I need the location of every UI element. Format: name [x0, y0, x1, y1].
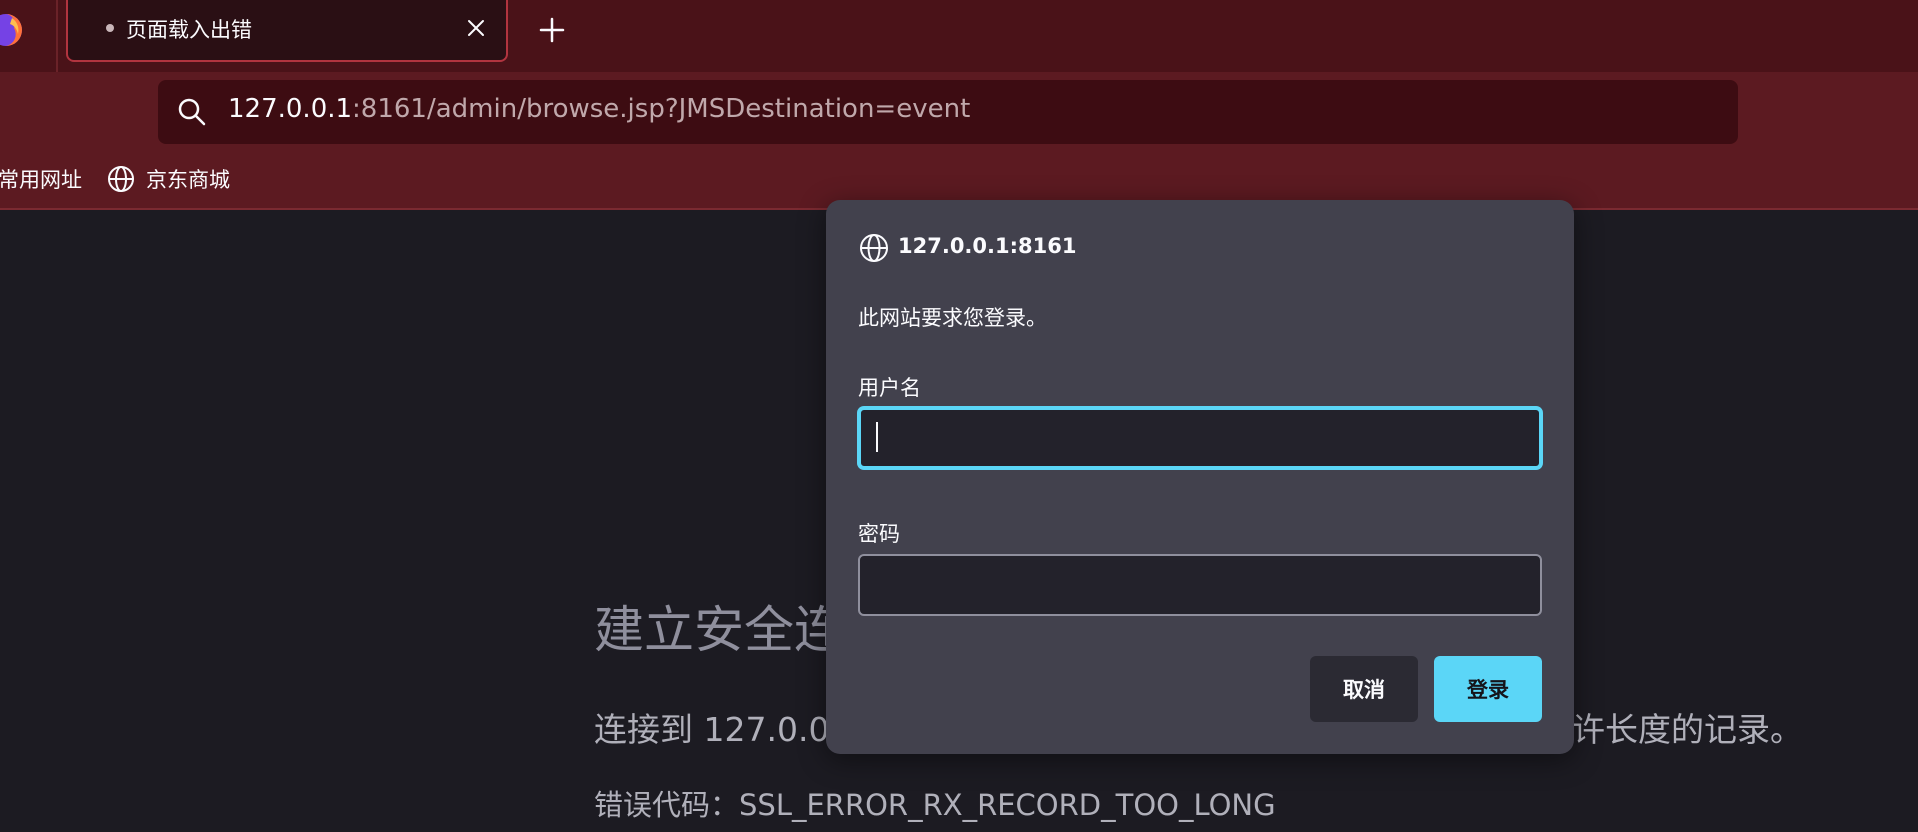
error-code: 错误代码：SSL_ERROR_RX_RECORD_TOO_LONG — [594, 788, 1276, 822]
tab-attention-dot — [106, 24, 114, 32]
bookmark-item-jd[interactable]: 京东商城 — [146, 164, 230, 194]
close-icon[interactable] — [462, 14, 490, 42]
login-button[interactable]: 登录 — [1434, 656, 1542, 722]
dialog-message: 此网站要求您登录。 — [858, 306, 1047, 330]
dialog-host: 127.0.0.1:8161 — [898, 234, 1077, 258]
tab-separator — [56, 0, 58, 72]
error-title: 建立安全连 — [594, 601, 844, 659]
cancel-button[interactable]: 取消 — [1310, 656, 1418, 722]
auth-dialog: 127.0.0.1:8161 此网站要求您登录。 用户名 密码 取消 登录 — [826, 200, 1574, 754]
url-text[interactable]: 127.0.0.1:8161/admin/browse.jsp?JMSDesti… — [228, 94, 970, 124]
url-host: 127.0.0.1 — [228, 94, 353, 124]
tab-title: 页面载入出错 — [126, 18, 252, 42]
url-path: :8161/admin/browse.jsp?JMSDestination=ev… — [352, 94, 971, 124]
username-label: 用户名 — [858, 376, 921, 400]
bookmark-item-common-sites[interactable]: 常用网址 — [0, 164, 82, 194]
url-bar[interactable]: 127.0.0.1:8161/admin/browse.jsp?JMSDesti… — [158, 80, 1738, 144]
tab-active[interactable]: 页面载入出错 — [66, 0, 508, 62]
search-icon — [178, 98, 206, 126]
tab-strip: 页面载入出错 — [0, 0, 1918, 72]
globe-icon — [108, 166, 134, 192]
password-input[interactable] — [858, 554, 1542, 616]
globe-icon — [860, 234, 888, 262]
text-caret — [876, 422, 878, 452]
firefox-logo-icon[interactable] — [0, 10, 26, 50]
error-description: 连接到 127.0.0. — [594, 710, 840, 749]
username-input[interactable] — [858, 407, 1542, 469]
navigation-bar: 127.0.0.1:8161/admin/browse.jsp?JMSDesti… — [0, 72, 1918, 148]
password-label: 密码 — [858, 522, 900, 546]
error-description-tail: 许长度的记录。 — [1572, 710, 1803, 749]
plus-icon[interactable] — [536, 14, 568, 46]
